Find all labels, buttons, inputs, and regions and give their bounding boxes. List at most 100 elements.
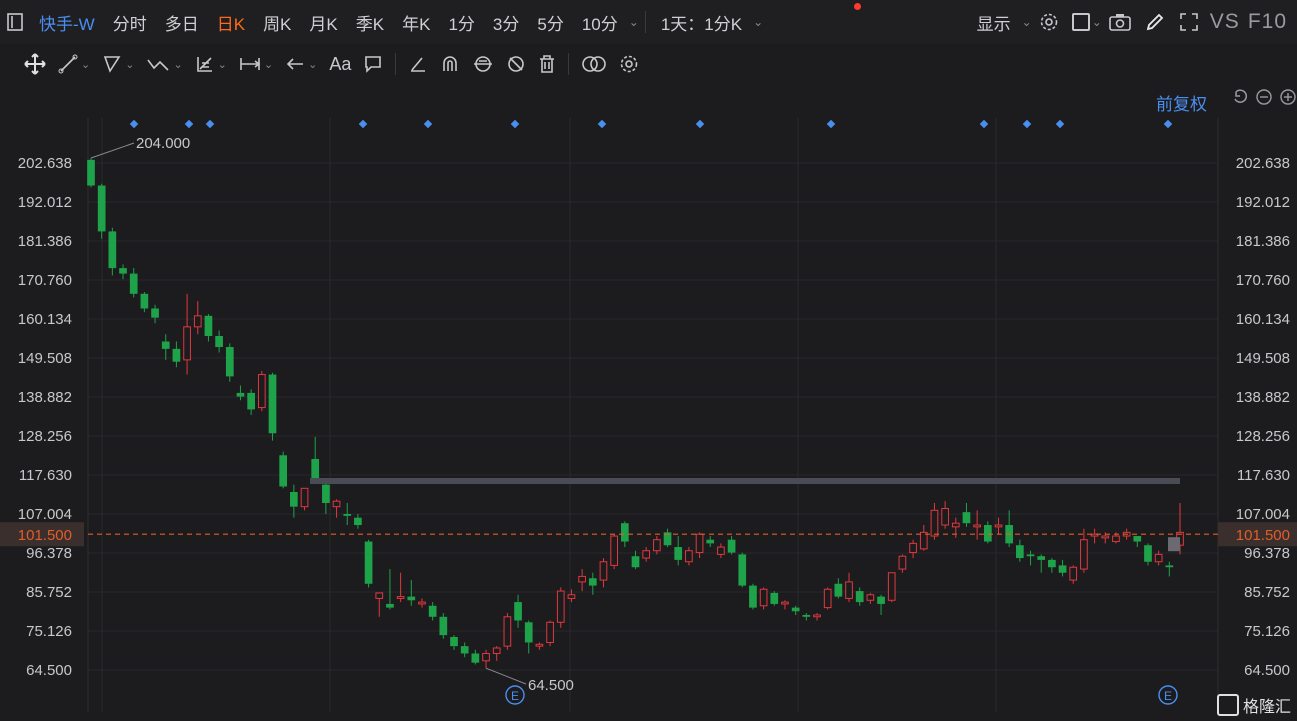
y-tick-label-right: 192.012	[1236, 194, 1290, 211]
wave-tool-icon[interactable]: ⌄	[140, 44, 188, 84]
candle-body-down	[770, 592, 779, 604]
event-e-marker-icon	[1158, 685, 1178, 705]
candle-body-down	[877, 596, 885, 604]
candle-body-down	[204, 315, 213, 337]
price-adjust-button[interactable]: 前复权	[1156, 90, 1207, 115]
candle-body-up	[909, 542, 917, 554]
more-periods-chevron-icon[interactable]: ⌄	[629, 15, 639, 29]
settings-gear-icon[interactable]	[1032, 0, 1066, 44]
comment-tool-icon[interactable]	[357, 44, 389, 84]
candle-body-down	[364, 541, 373, 584]
move-crosshair-icon[interactable]	[0, 44, 52, 84]
candle-body-up	[973, 524, 981, 528]
tab-period-1[interactable]: 多日	[156, 10, 208, 35]
vs-button[interactable]: VS	[1206, 10, 1244, 34]
candle-body-down	[620, 523, 629, 542]
candle-body-down	[791, 607, 800, 612]
text-tool-icon[interactable]: Aa	[323, 44, 357, 84]
layout-chevron-icon[interactable]: ⌄	[1092, 15, 1102, 29]
candle-body-up	[919, 531, 928, 550]
layout-square-icon[interactable]	[1071, 13, 1090, 31]
y-tick-label-left: 117.630	[19, 467, 72, 484]
fullscreen-icon[interactable]	[1172, 0, 1206, 44]
candle-body-down	[236, 392, 245, 397]
tab-period-9[interactable]: 5分	[528, 10, 572, 35]
candle-body-down	[1133, 536, 1142, 542]
candle-body-down	[588, 578, 597, 586]
candlestick-chart[interactable]: EE 204.00064.500 202.638 202.638192.012 19…	[0, 0, 1297, 721]
delete-trash-icon[interactable]	[532, 44, 562, 84]
candle-body-up	[300, 487, 309, 508]
f10-button[interactable]: F10	[1244, 10, 1297, 34]
lock-drawings-icon[interactable]	[466, 44, 500, 84]
measure-tool-icon[interactable]: ⌄	[233, 44, 279, 84]
y-tick-label-right: 160.134	[1236, 311, 1290, 328]
candle-body-down	[1026, 554, 1035, 557]
candle-body-down	[407, 596, 416, 601]
low-callout-line	[485, 667, 527, 685]
interval-select[interactable]: 1天：1分K	[652, 10, 751, 35]
candle-body-down	[343, 514, 352, 516]
candle-body-down	[1048, 559, 1056, 568]
candle-body-up	[866, 594, 875, 601]
y-tick-label-right: 170.760	[1236, 272, 1290, 289]
watermark-logo-icon	[1216, 694, 1239, 716]
event-markers: EE	[129, 119, 1178, 705]
display-menu[interactable]: 显示	[968, 10, 1020, 35]
tab-period-10[interactable]: 10分	[573, 10, 627, 35]
candle-body-up	[1112, 535, 1120, 543]
news-diamond-marker	[826, 119, 836, 129]
tab-period-6[interactable]: 年K	[393, 10, 439, 35]
y-tick-label-left: 202.638	[18, 155, 72, 172]
candle-body-up	[1154, 553, 1163, 563]
price-tag-left-bg	[0, 522, 84, 547]
zoom-out-icon[interactable]	[1255, 88, 1273, 106]
tab-period-2[interactable]: 日K	[208, 10, 254, 35]
line-style-icon[interactable]	[402, 44, 434, 84]
zoom-in-icon[interactable]	[1279, 88, 1297, 106]
candle-body-up	[482, 652, 490, 662]
overlays-layer: 204.000 64.500	[88, 135, 1218, 694]
y-tick-label-left: 128.256	[18, 428, 72, 445]
y-tick-label-left: 160.134	[18, 311, 72, 328]
magnet-icon[interactable]	[434, 44, 466, 84]
trendline-tool-icon[interactable]: ⌄	[52, 44, 96, 84]
interval-chevron-icon[interactable]: ⌄	[753, 15, 763, 29]
candle-body-up	[951, 522, 960, 528]
event-e-label: E	[511, 689, 519, 703]
arrow-tool-icon[interactable]: ⌄	[279, 44, 323, 84]
channel-tool-icon[interactable]: ⌄	[96, 44, 140, 84]
tab-period-5[interactable]: 季K	[347, 10, 393, 35]
tab-period-4[interactable]: 月K	[300, 10, 346, 35]
camera-icon[interactable]	[1102, 0, 1138, 44]
candle-body-up	[375, 592, 384, 599]
candle-body-up	[887, 572, 896, 601]
candle-body-down	[247, 392, 255, 410]
stock-title[interactable]: 快手-W	[30, 10, 104, 35]
drawing-toolbar: ⌄ ⌄ ⌄ ⌄ ⌄ ⌄ Aa	[0, 44, 1297, 84]
y-tick-label-right: 85.752	[1244, 584, 1290, 601]
tab-period-0[interactable]: 分时	[104, 10, 156, 35]
candle-body-up	[781, 601, 789, 605]
draw-settings-gear-icon[interactable]	[613, 44, 645, 84]
pencil-icon[interactable]	[1138, 0, 1172, 44]
candle-body-up	[183, 326, 191, 361]
display-chevron-icon[interactable]: ⌄	[1022, 15, 1032, 29]
y-tick-label-right: 128.256	[1236, 428, 1290, 445]
reset-icon[interactable]	[1231, 88, 1249, 106]
tab-period-8[interactable]: 3分	[484, 10, 528, 35]
chart-zoom-controls	[1231, 88, 1297, 106]
compare-circles-icon[interactable]	[575, 44, 613, 84]
y-tick-label-left: 170.760	[18, 272, 72, 289]
tab-period-7[interactable]: 1分	[439, 10, 483, 35]
fibonacci-tool-icon[interactable]: ⌄	[189, 44, 233, 84]
candle-body-down	[161, 341, 170, 349]
event-e-label: E	[1164, 689, 1172, 703]
sidebar-toggle-icon[interactable]	[0, 0, 30, 44]
candle-body-down	[279, 455, 288, 487]
tab-period-3[interactable]: 周K	[254, 10, 300, 35]
hide-drawings-icon[interactable]	[500, 44, 532, 84]
y-tick-label-left: 149.508	[18, 350, 72, 367]
current-price-label-right: 101.500	[1236, 527, 1290, 544]
candle-body-up	[610, 535, 618, 566]
